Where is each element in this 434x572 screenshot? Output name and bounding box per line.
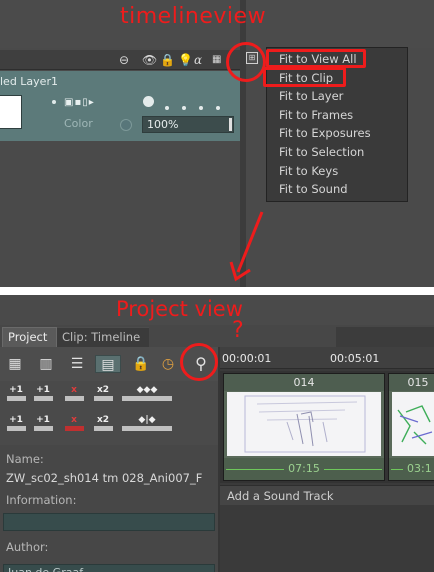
key-double-button[interactable]: x2 [92, 415, 114, 435]
clip-item[interactable]: 014 07:15 [223, 373, 385, 481]
clip-duration-bar: 03:1 [389, 458, 434, 480]
clip-thumbnail [392, 392, 434, 456]
key-add-button[interactable]: +1 [5, 385, 27, 405]
key-add-label: +1 [36, 385, 50, 395]
thumbnail-view-icon[interactable]: ▥ [36, 355, 56, 373]
information-field[interactable] [3, 513, 215, 531]
key-delete-button[interactable]: x [63, 385, 85, 405]
key-delete-label: x [71, 415, 77, 425]
annotation-arrow [229, 211, 264, 282]
key-delete-button[interactable]: x [63, 415, 85, 435]
clip-duration-bar: 07:15 [224, 458, 384, 480]
key-add-label: +1 [9, 385, 23, 395]
tab-project[interactable]: Project [2, 327, 57, 347]
key-add-label: +1 [9, 415, 23, 425]
clip-duration: 07:15 [288, 462, 320, 475]
tab-clip-timeline[interactable]: Clip: Timeline [57, 327, 149, 347]
annotation-projectview-label: Project view [116, 297, 243, 321]
key-distribute-button[interactable]: ◆◆◆ [120, 385, 174, 405]
clip-info-panel: Name: ZW_sc02_sh014 tm 028_Ani007_F Info… [0, 447, 218, 572]
key-add-button[interactable]: +1 [32, 385, 54, 405]
key-double-label: x2 [96, 385, 110, 395]
clock-icon[interactable]: ◷ [158, 355, 178, 373]
clip-sketch-image [397, 405, 433, 445]
clip-track: 014 07:15 015 03:1 [220, 371, 434, 483]
key-add-button[interactable]: +1 [5, 415, 27, 435]
clip-item[interactable]: 015 03:1 [388, 373, 434, 481]
timeline-view-icon[interactable]: ▤ [95, 355, 121, 373]
annotation-circle-search-icon [180, 343, 218, 381]
name-value: ZW_sc02_sh014 tm 028_Ani007_F [6, 471, 203, 485]
lock-icon[interactable]: 🔒 [131, 355, 151, 373]
clip-timeline: 00:00:01 00:05:01 014 07:15 015 03:1 Add… [220, 347, 434, 572]
sound-track[interactable]: Add a Sound Track [220, 485, 434, 505]
timecode-label: 00:05:01 [330, 352, 380, 365]
author-label: Author: [6, 540, 49, 554]
information-label: Information: [6, 493, 77, 507]
tab-bar-empty [336, 327, 434, 347]
name-label: Name: [6, 452, 44, 466]
clip-title: 014 [224, 374, 384, 391]
screenshot-divider [0, 287, 434, 295]
clip-sketch-image [244, 395, 366, 453]
key-add-label: +1 [36, 415, 50, 425]
clip-thumbnail [227, 392, 381, 456]
author-field[interactable]: Juan de Graaf [3, 564, 215, 572]
key-buttons-panel: +1 +1 x x2 ◆◆◆ +1 +1 x x2 ◆|◆ [0, 381, 218, 445]
clip-duration: 03:1 [407, 462, 432, 475]
list-view-icon[interactable]: ☰ [67, 355, 87, 373]
key-split-button[interactable]: ◆|◆ [120, 415, 174, 435]
key-double-label: x2 [96, 415, 110, 425]
key-split-label: ◆|◆ [138, 415, 156, 425]
add-sound-track-label: Add a Sound Track [227, 489, 334, 503]
timecode-label: 00:00:01 [222, 352, 272, 365]
key-delete-label: x [71, 385, 77, 395]
project-view-screenshot: Project view ? Project Clip: Timeline ▦ … [0, 295, 434, 572]
key-add-button[interactable]: +1 [32, 415, 54, 435]
grid-view-icon[interactable]: ▦ [5, 355, 25, 373]
key-double-button[interactable]: x2 [92, 385, 114, 405]
time-ruler[interactable]: 00:00:01 00:05:01 [220, 347, 434, 369]
key-distribute-label: ◆◆◆ [136, 385, 158, 395]
clip-title: 015 [389, 374, 434, 391]
timeline-view-screenshot: timelineview ⊖ 👁 🔒 💡 α ▦ led Layer1 ▣▪▯▸… [0, 0, 434, 287]
